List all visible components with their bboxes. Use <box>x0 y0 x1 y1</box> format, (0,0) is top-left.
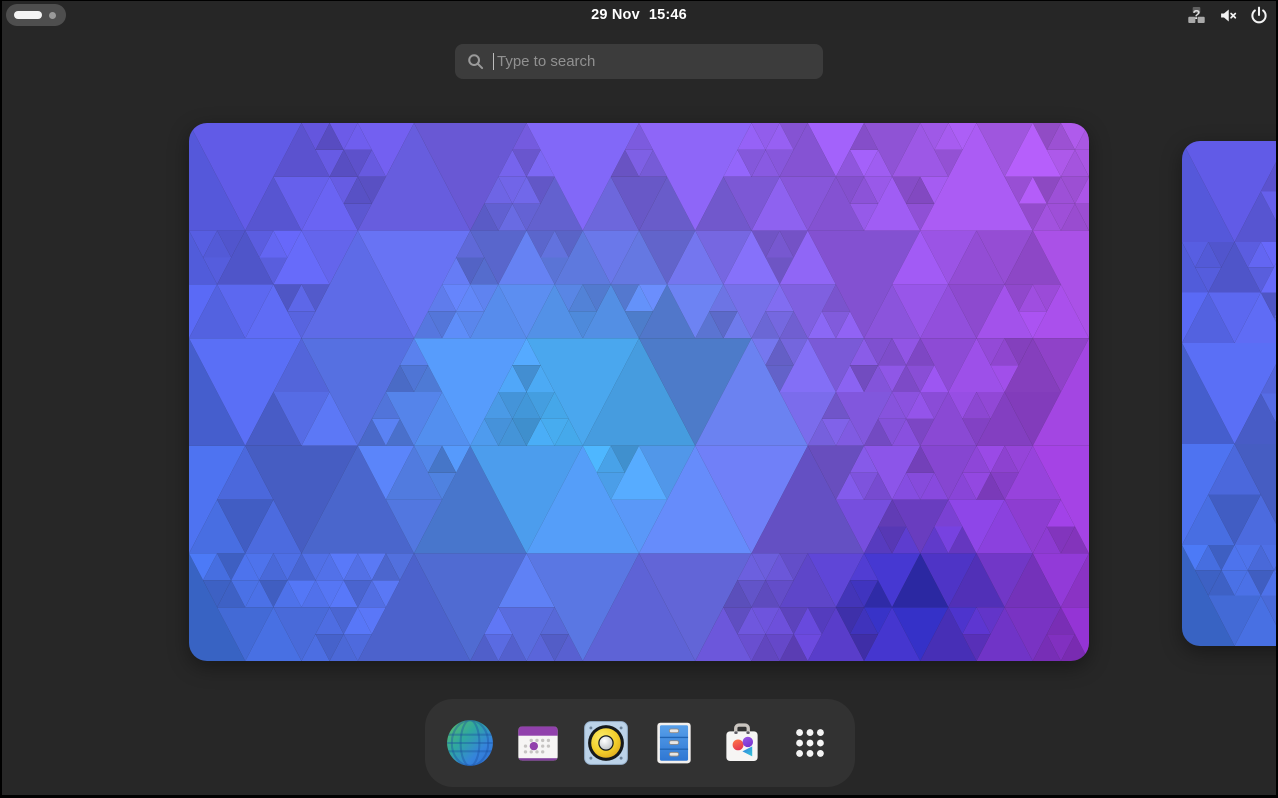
workspace-thumbnail-1[interactable] <box>189 123 1089 661</box>
clock-date: 29 Nov <box>591 7 640 23</box>
dash-app-calendar[interactable] <box>510 710 566 776</box>
power-icon[interactable] <box>1250 6 1268 24</box>
volume-muted-icon[interactable] <box>1219 7 1237 24</box>
speaker-icon <box>581 718 631 768</box>
top-bar: 29 Nov 15:46 ? <box>0 0 1278 30</box>
file-cabinet-icon <box>649 718 699 768</box>
dash-app-software[interactable] <box>714 710 770 776</box>
calendar-icon <box>513 718 563 768</box>
globe-icon <box>445 718 495 768</box>
text-caret <box>493 53 494 70</box>
search-input[interactable] <box>497 53 811 70</box>
dash <box>425 699 855 787</box>
system-status-area[interactable]: ? <box>1187 0 1268 30</box>
dash-app-web[interactable] <box>442 710 498 776</box>
dash-app-music[interactable] <box>578 710 634 776</box>
workspace-thumbnail-2[interactable] <box>1182 141 1278 646</box>
dash-app-files[interactable] <box>646 710 702 776</box>
clock-time: 15:46 <box>649 7 687 23</box>
app-grid-icon <box>785 718 835 768</box>
dash-app-show-apps[interactable] <box>782 710 838 776</box>
software-bag-icon <box>717 718 767 768</box>
wallpaper-triangles <box>189 123 1089 661</box>
wallpaper-triangles <box>1182 141 1278 646</box>
search-entry[interactable] <box>455 44 823 79</box>
clock-menu-button[interactable]: 29 Nov 15:46 <box>0 0 1278 30</box>
search-icon <box>467 53 484 70</box>
network-wired-unknown-icon[interactable]: ? <box>1187 6 1206 24</box>
network-question-glyph: ? <box>1193 7 1201 22</box>
